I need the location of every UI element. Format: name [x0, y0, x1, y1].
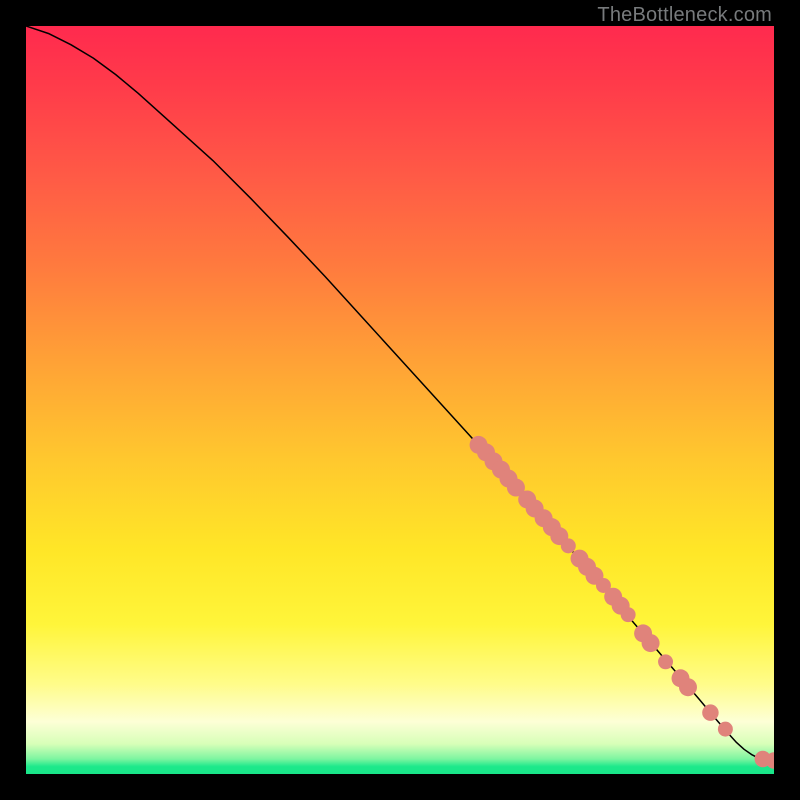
data-point	[718, 722, 733, 737]
plot-area	[26, 26, 774, 774]
watermark-text: TheBottleneck.com	[597, 4, 772, 27]
curve-line	[26, 26, 774, 761]
data-point	[702, 704, 718, 720]
scatter-dots	[470, 436, 774, 769]
data-point	[679, 678, 697, 696]
data-point	[561, 538, 576, 553]
chart-stage: TheBottleneck.com	[0, 0, 800, 800]
chart-overlay	[26, 26, 774, 774]
data-point	[621, 607, 636, 622]
data-point	[642, 634, 660, 652]
data-point	[658, 654, 673, 669]
